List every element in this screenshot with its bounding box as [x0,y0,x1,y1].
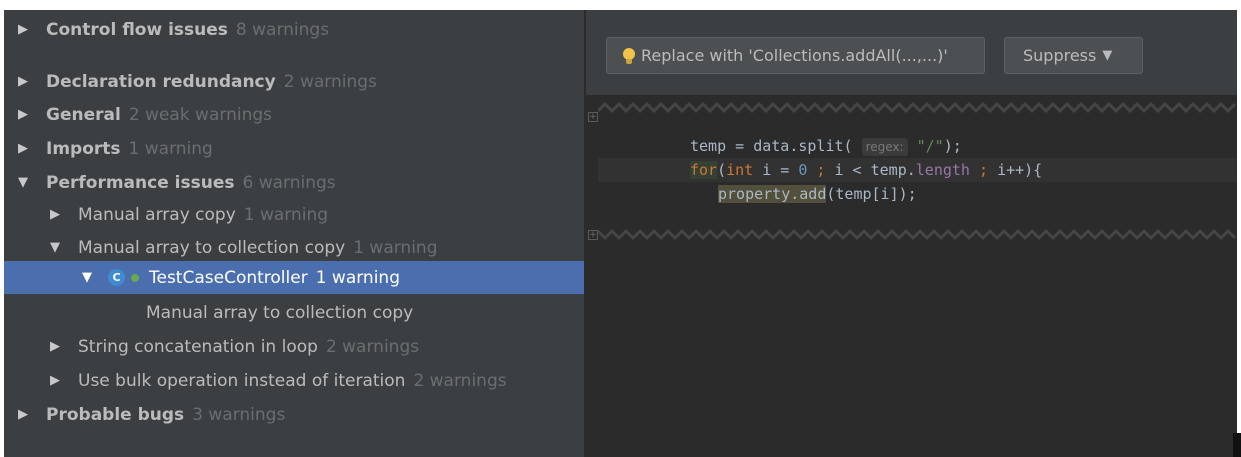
expand-arrow-icon[interactable]: ▶ [18,74,32,89]
tree-node-string-concatenation-in-loop[interactable]: ▶ String concatenation in loop 2 warning… [4,331,584,362]
tree-node-imports[interactable]: ▶ Imports 1 warning [4,133,584,164]
expand-arrow-icon[interactable]: ▶ [50,339,64,354]
lightbulb-icon [623,47,635,64]
collapse-arrow-icon[interactable]: ▼ [50,240,64,255]
tree-node-count: 2 weak warnings [128,104,272,125]
tree-node-label: Control flow issues [46,19,228,40]
tree-node-label: Imports [46,138,121,159]
quick-fix-label: Replace with 'Collections.addAll(...,...… [641,46,948,65]
expand-arrow-icon[interactable]: ▶ [18,22,32,37]
suppress-button[interactable]: Suppress ▼ [1004,37,1143,74]
tree-node-label: Manual array to collection copy [146,302,414,323]
tree-node-count: 3 warnings [192,404,286,425]
collapse-arrow-icon[interactable]: ▼ [82,270,96,285]
code-preview-editor[interactable]: + temp = data.split( regex: "/"); for(in… [586,95,1237,457]
collapse-arrow-icon[interactable]: ▼ [18,175,32,190]
fold-marker-icon[interactable]: + [588,230,598,240]
tree-node-label: String concatenation in loop [78,336,318,357]
tree-node-count: 8 warnings [235,19,330,40]
warning-highlight: property.add [718,185,827,203]
tree-node-label: Use bulk operation instead of iteration [78,370,406,391]
parameter-hint: regex: [861,138,908,156]
warning-highlight: for [690,161,718,179]
tree-node-use-bulk-operation[interactable]: ▶ Use bulk operation instead of iteratio… [4,365,584,396]
window-corner [1233,433,1241,457]
tree-node-control-flow-issues[interactable]: ▶ Control flow issues 8 warnings [4,14,584,45]
tree-node-count: 1 warning [353,237,438,258]
class-icon: C [108,269,125,286]
tree-node-manual-array-to-collection-copy[interactable]: ▼ Manual array to collection copy 1 warn… [4,232,584,263]
expand-arrow-icon[interactable]: ▶ [50,373,64,388]
tree-node-count: 1 warning [315,267,400,288]
tree-node-problem-description[interactable]: Manual array to collection copy [4,297,584,328]
tree-node-label: TestCaseController [149,267,308,288]
problem-preview-panel: Replace with 'Collections.addAll(...,...… [586,10,1237,457]
tree-node-manual-array-copy[interactable]: ▶ Manual array copy 1 warning [4,199,584,230]
tree-node-performance-issues[interactable]: ▼ Performance issues 6 warnings [4,167,584,198]
tree-node-label: Probable bugs [46,404,185,425]
tree-node-count: 2 warnings [283,71,377,92]
tree-node-label: General [46,104,121,125]
expand-arrow-icon[interactable]: ▶ [50,207,64,222]
expand-arrow-icon[interactable]: ▶ [18,107,32,122]
tree-node-label: Performance issues [46,172,235,193]
tree-node-label: Manual array to collection copy [78,237,346,258]
leaf-icon [131,273,139,282]
tree-node-count: 2 warnings [325,336,420,357]
code-line-1: temp = data.split( regex: "/"); [690,137,962,156]
tree-node-count: 6 warnings [242,172,336,193]
tree-node-testcasecontroller[interactable]: ▼ C TestCaseController 1 warning [4,261,584,294]
tree-node-count: 2 warnings [413,370,507,391]
code-line-2: for(int i = 0 ; i < temp.length ; i++){ [690,161,1043,179]
tree-node-count: 1 warning [128,138,213,159]
suppress-label: Suppress [1023,46,1097,65]
tree-node-declaration-redundancy[interactable]: ▶ Declaration redundancy 2 warnings [4,66,584,97]
expand-arrow-icon[interactable]: ▶ [18,141,32,156]
quick-fix-button[interactable]: Replace with 'Collections.addAll(...,...… [606,37,985,74]
collapsed-region-bottom [598,228,1237,240]
code-line-3: property.add(temp[i]); [718,185,917,203]
expand-arrow-icon[interactable]: ▶ [18,407,32,422]
tree-node-label: Manual array copy [78,204,236,225]
inspection-results-tree: ▶ Control flow issues 8 warnings ▶ Decla… [4,10,584,457]
collapsed-region-top [598,101,1237,113]
fold-marker-icon[interactable]: + [588,112,598,122]
tree-node-count: 1 warning [243,204,329,225]
tree-node-probable-bugs[interactable]: ▶ Probable bugs 3 warnings [4,399,584,430]
tree-node-label: Declaration redundancy [46,71,276,92]
tree-node-general[interactable]: ▶ General 2 weak warnings [4,99,584,130]
chevron-down-icon: ▼ [1102,48,1113,63]
